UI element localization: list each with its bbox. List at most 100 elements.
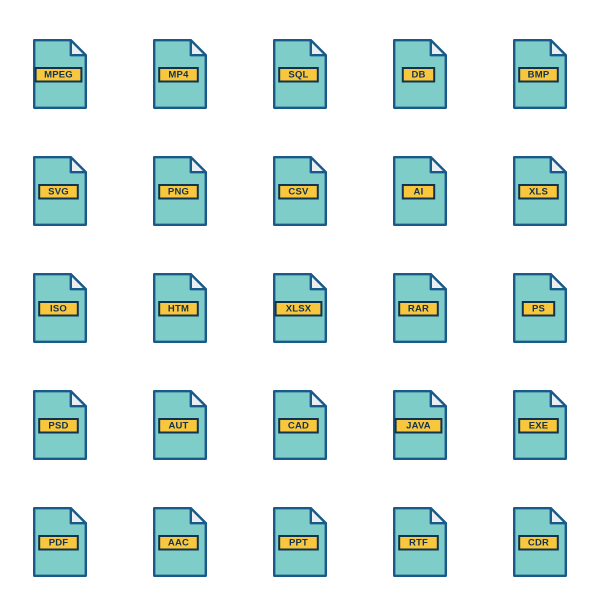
file-icon-xlsx[interactable]: XLSX <box>273 272 327 343</box>
file-icon-bmp[interactable]: BMP <box>513 39 567 110</box>
file-icon-ppt[interactable]: PPT <box>273 506 327 577</box>
file-icon-aac[interactable]: AAC <box>153 506 207 577</box>
file-icon-cad[interactable]: CAD <box>273 389 327 460</box>
file-document-icon: DB <box>393 39 447 110</box>
file-icon-db[interactable]: DB <box>393 39 447 110</box>
folded-corner-icon <box>309 39 327 57</box>
extension-label: BMP <box>528 70 550 81</box>
file-icon-svg[interactable]: SVG <box>33 156 87 227</box>
extension-label: PS <box>532 304 545 315</box>
extension-label: XLS <box>529 187 548 198</box>
file-icon-sql[interactable]: SQL <box>273 39 327 110</box>
extension-label: DB <box>411 70 425 81</box>
file-icon-pdf[interactable]: PDF <box>33 506 87 577</box>
file-document-icon: AAC <box>153 506 207 577</box>
icon-cell: AUT <box>120 366 240 483</box>
folded-corner-icon <box>189 389 207 408</box>
file-icon-ps[interactable]: PS <box>513 272 567 343</box>
file-document-icon: XLS <box>513 156 567 227</box>
file-document-icon: HTM <box>153 272 207 343</box>
folded-corner-icon <box>309 272 327 291</box>
file-document-icon: PPT <box>273 506 327 577</box>
extension-label: RAR <box>408 304 429 315</box>
icon-cell: MPEG <box>0 16 120 133</box>
folded-corner-icon <box>549 272 567 291</box>
file-document-icon: PDF <box>33 506 87 577</box>
file-icon-exe[interactable]: EXE <box>513 389 567 460</box>
folded-corner-icon <box>189 272 207 291</box>
file-icon-iso[interactable]: ISO <box>33 272 87 343</box>
extension-label: CAD <box>288 420 309 431</box>
icon-cell: AAC <box>120 483 240 600</box>
icon-cell: ISO <box>0 250 120 367</box>
icon-cell: PDF <box>0 483 120 600</box>
file-document-icon: CDR <box>513 506 567 577</box>
file-icon-htm[interactable]: HTM <box>153 272 207 343</box>
file-document-icon: JAVA <box>393 389 447 460</box>
file-icon-csv[interactable]: CSV <box>273 156 327 227</box>
file-document-icon: RAR <box>393 272 447 343</box>
extension-label: EXE <box>529 420 549 431</box>
folded-corner-icon <box>189 506 207 524</box>
file-document-icon: MP4 <box>153 39 207 110</box>
extension-label: ISO <box>50 304 67 315</box>
icon-cell: XLSX <box>240 250 360 367</box>
folded-corner-icon <box>429 506 447 524</box>
file-document-icon: PNG <box>153 156 207 227</box>
extension-label: HTM <box>168 304 189 315</box>
folded-corner-icon <box>429 389 447 408</box>
folded-corner-icon <box>549 156 567 174</box>
extension-label: CSV <box>288 187 309 198</box>
extension-label: SVG <box>48 187 69 198</box>
extension-label: AI <box>414 187 424 198</box>
file-icon-cdr[interactable]: CDR <box>513 506 567 577</box>
icon-cell: SQL <box>240 16 360 133</box>
extension-label: JAVA <box>406 420 431 431</box>
extension-label: PPT <box>289 537 308 548</box>
icon-cell: MP4 <box>120 16 240 133</box>
file-icon-rtf[interactable]: RTF <box>393 506 447 577</box>
file-document-icon: SVG <box>33 156 87 227</box>
icon-cell: PPT <box>240 483 360 600</box>
extension-label: XLSX <box>286 304 312 315</box>
icon-cell: BMP <box>480 16 600 133</box>
file-document-icon: RTF <box>393 506 447 577</box>
file-icon-png[interactable]: PNG <box>153 156 207 227</box>
extension-label: PNG <box>168 187 189 198</box>
file-document-icon: AI <box>393 156 447 227</box>
folded-corner-icon <box>189 156 207 174</box>
file-document-icon: SQL <box>273 39 327 110</box>
extension-label: SQL <box>288 70 308 81</box>
icon-cell: RAR <box>360 250 480 367</box>
folded-corner-icon <box>69 272 87 291</box>
folded-corner-icon <box>429 272 447 291</box>
file-document-icon: MPEG <box>33 39 87 110</box>
icon-cell: CDR <box>480 483 600 600</box>
folded-corner-icon <box>429 156 447 174</box>
file-document-icon: XLSX <box>273 272 327 343</box>
file-icon-ai[interactable]: AI <box>393 156 447 227</box>
file-icon-java[interactable]: JAVA <box>393 389 447 460</box>
icon-cell: SVG <box>0 133 120 250</box>
extension-label: AUT <box>168 420 188 431</box>
file-document-icon: CSV <box>273 156 327 227</box>
folded-corner-icon <box>69 506 87 524</box>
extension-label: PDF <box>49 537 69 548</box>
folded-corner-icon <box>69 389 87 408</box>
file-icon-psd[interactable]: PSD <box>33 389 87 460</box>
extension-label: PSD <box>48 420 68 431</box>
extension-label: MPEG <box>44 70 73 81</box>
icon-cell: CAD <box>240 366 360 483</box>
file-icon-xls[interactable]: XLS <box>513 156 567 227</box>
file-document-icon: BMP <box>513 39 567 110</box>
icon-cell: PS <box>480 250 600 367</box>
extension-label: RTF <box>409 537 428 548</box>
file-icon-mpeg[interactable]: MPEG <box>33 39 87 110</box>
file-icon-rar[interactable]: RAR <box>393 272 447 343</box>
icon-cell: PNG <box>120 133 240 250</box>
icon-cell: AI <box>360 133 480 250</box>
file-icon-aut[interactable]: AUT <box>153 389 207 460</box>
file-icon-mp4[interactable]: MP4 <box>153 39 207 110</box>
folded-corner-icon <box>69 39 87 57</box>
folded-corner-icon <box>549 389 567 408</box>
